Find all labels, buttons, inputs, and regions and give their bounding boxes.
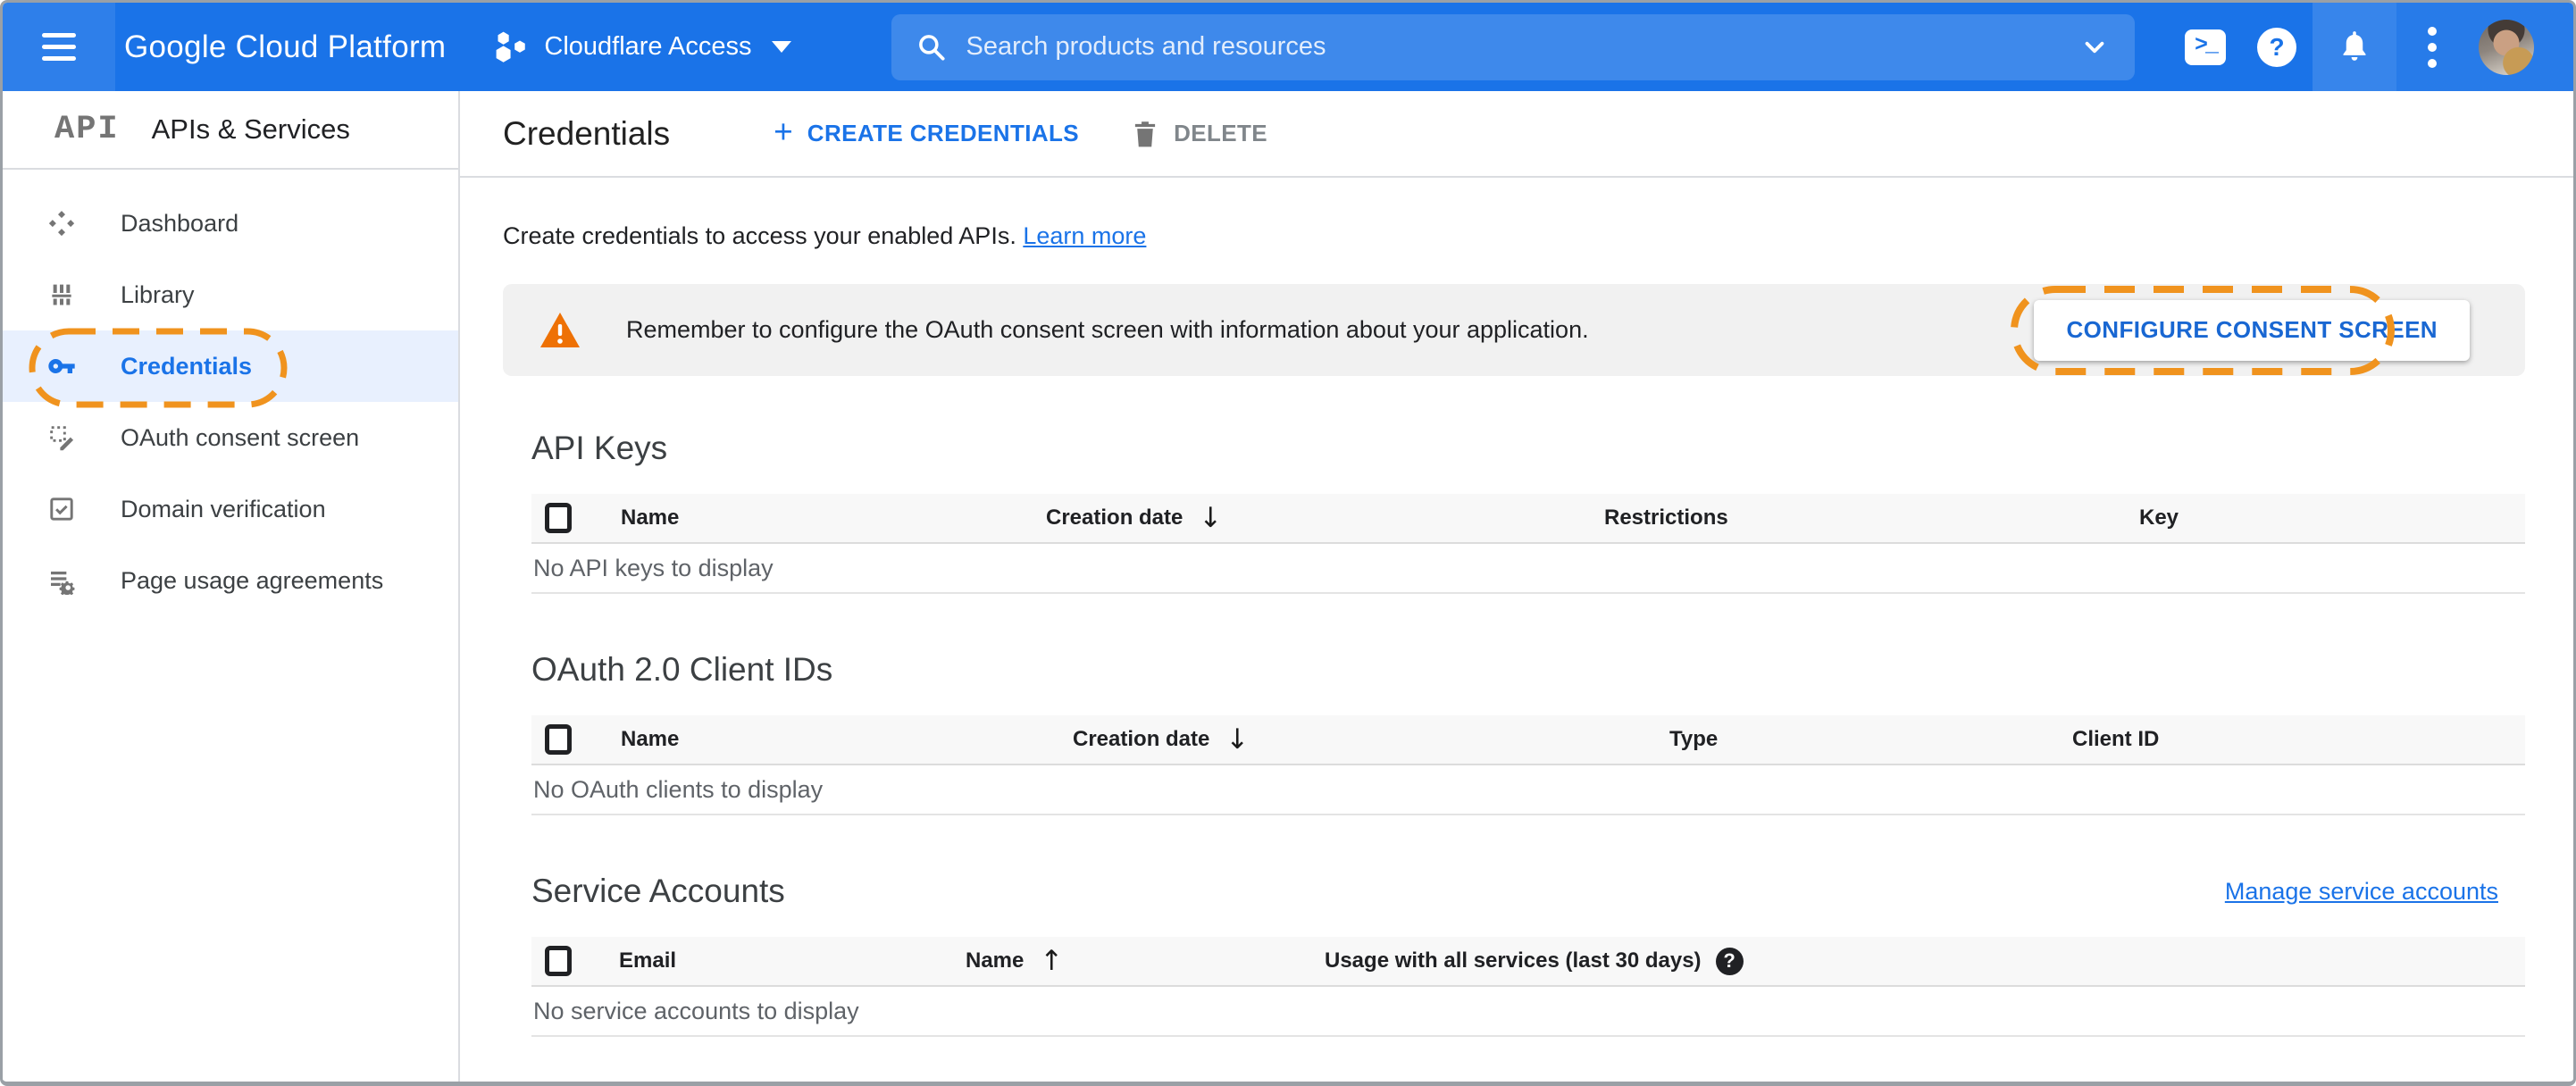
api-keys-table: Name Creation date ↓ Restrictions Key No… bbox=[531, 494, 2525, 594]
service-accounts-empty-state: No service accounts to display bbox=[531, 987, 2525, 1037]
service-accounts-heading: Service Accounts bbox=[531, 873, 785, 909]
sort-asc-icon: ↑ bbox=[1040, 944, 1064, 977]
warning-icon bbox=[540, 312, 580, 347]
cloud-shell-button[interactable]: >_ bbox=[2170, 3, 2241, 91]
select-all-checkbox[interactable] bbox=[545, 946, 572, 976]
sidebar-title: APIs & Services bbox=[151, 113, 350, 145]
more-options-button[interactable] bbox=[2396, 3, 2468, 91]
consent-screen-icon bbox=[47, 423, 76, 452]
notifications-button[interactable] bbox=[2313, 3, 2396, 91]
api-keys-empty-state: No API keys to display bbox=[531, 544, 2525, 594]
user-avatar[interactable] bbox=[2479, 19, 2534, 75]
learn-more-link[interactable]: Learn more bbox=[1023, 222, 1146, 249]
column-name[interactable]: Name bbox=[621, 505, 1046, 530]
sidebar: API APIs & Services Dashboard Library Cr… bbox=[3, 91, 460, 1082]
column-type[interactable]: Type bbox=[1669, 727, 2072, 752]
select-all-checkbox[interactable] bbox=[545, 724, 572, 755]
usage-help-icon[interactable]: ? bbox=[1715, 947, 1744, 975]
column-name[interactable]: Name ↑ bbox=[966, 944, 1325, 977]
manage-service-accounts-link[interactable]: Manage service accounts bbox=[2225, 878, 2498, 906]
more-vertical-icon bbox=[2428, 26, 2437, 68]
intro-text: Create credentials to access your enable… bbox=[503, 222, 1147, 249]
column-client-id[interactable]: Client ID bbox=[2072, 727, 2525, 752]
gcp-console-window: Google Cloud Platform Cloudflare Access … bbox=[0, 0, 2576, 1086]
page-usage-icon bbox=[47, 566, 76, 595]
sidebar-item-domain-verification[interactable]: Domain verification bbox=[3, 473, 458, 545]
select-all-checkbox[interactable] bbox=[545, 503, 572, 533]
search-expand-chevron-icon[interactable] bbox=[2078, 30, 2112, 64]
help-icon: ? bbox=[2257, 27, 2296, 67]
delete-button[interactable]: DELETE bbox=[1131, 119, 1267, 149]
service-accounts-table: Email Name ↑ Usage with all services (la… bbox=[531, 937, 2525, 1037]
help-button[interactable]: ? bbox=[2241, 3, 2313, 91]
credentials-content: Create credentials to access your enable… bbox=[460, 178, 2573, 1037]
sidebar-nav: Dashboard Library Credentials OAuth cons… bbox=[3, 188, 458, 616]
configure-consent-screen-button[interactable]: CONFIGURE CONSENT SCREEN bbox=[2034, 299, 2470, 361]
navigation-menu-button[interactable] bbox=[3, 3, 115, 91]
project-caret-icon bbox=[771, 41, 791, 53]
column-restrictions[interactable]: Restrictions bbox=[1604, 505, 2139, 530]
header-utilities: >_ ? bbox=[2170, 3, 2573, 91]
warning-message: Remember to configure the OAuth consent … bbox=[626, 316, 1589, 343]
sidebar-header: API APIs & Services bbox=[3, 91, 458, 170]
oauth-clients-table: Name Creation date ↓ Type Client ID No O… bbox=[531, 715, 2525, 815]
dashboard-icon bbox=[47, 209, 76, 238]
oauth-clients-section: OAuth 2.0 Client IDs Name Creation date … bbox=[531, 651, 2525, 815]
search-bar[interactable]: Search products and resources bbox=[891, 13, 2135, 80]
oauth-clients-empty-state: No OAuth clients to display bbox=[531, 765, 2525, 815]
sidebar-item-oauth-consent-screen[interactable]: OAuth consent screen bbox=[3, 402, 458, 473]
credentials-toolbar: Credentials + CREATE CREDENTIALS DELETE bbox=[460, 91, 2573, 178]
sort-desc-icon: ↓ bbox=[1225, 723, 1250, 756]
oauth-clients-table-header: Name Creation date ↓ Type Client ID bbox=[531, 715, 2525, 765]
account-area bbox=[2396, 3, 2573, 91]
domain-verification-icon bbox=[47, 495, 76, 523]
search-icon bbox=[918, 34, 945, 61]
api-keys-table-header: Name Creation date ↓ Restrictions Key bbox=[531, 494, 2525, 544]
create-credentials-button[interactable]: + CREATE CREDENTIALS bbox=[774, 115, 1079, 152]
sidebar-item-dashboard[interactable]: Dashboard bbox=[3, 188, 458, 259]
key-icon bbox=[47, 352, 76, 380]
trash-icon bbox=[1134, 121, 1156, 146]
api-keys-heading: API Keys bbox=[531, 430, 668, 466]
main-panel: Credentials + CREATE CREDENTIALS DELETE … bbox=[460, 91, 2573, 1082]
gcp-logo[interactable]: Google Cloud Platform bbox=[115, 29, 446, 65]
service-accounts-table-header: Email Name ↑ Usage with all services (la… bbox=[531, 937, 2525, 987]
oauth-warning-banner: Remember to configure the OAuth consent … bbox=[503, 284, 2525, 376]
project-name: Cloudflare Access bbox=[544, 32, 752, 61]
api-keys-section: API Keys Name Creation date ↓ Restrictio… bbox=[531, 430, 2525, 594]
sidebar-item-credentials[interactable]: Credentials bbox=[3, 328, 458, 408]
sidebar-item-library[interactable]: Library bbox=[3, 259, 458, 330]
page-title: Credentials bbox=[503, 114, 671, 152]
column-name[interactable]: Name bbox=[621, 727, 1073, 752]
column-email[interactable]: Email bbox=[619, 948, 966, 973]
top-app-bar: Google Cloud Platform Cloudflare Access … bbox=[3, 3, 2573, 91]
plus-icon: + bbox=[774, 113, 793, 150]
service-accounts-section: Service Accounts Manage service accounts… bbox=[531, 873, 2525, 1037]
column-key[interactable]: Key bbox=[2139, 505, 2525, 530]
project-selector[interactable]: Cloudflare Access bbox=[492, 29, 791, 66]
oauth-clients-heading: OAuth 2.0 Client IDs bbox=[531, 651, 833, 688]
column-creation-date[interactable]: Creation date ↓ bbox=[1073, 723, 1669, 756]
column-creation-date[interactable]: Creation date ↓ bbox=[1046, 501, 1604, 534]
project-hexagons-icon bbox=[496, 31, 526, 63]
sort-desc-icon: ↓ bbox=[1199, 501, 1223, 534]
sidebar-item-page-usage-agreements[interactable]: Page usage agreements bbox=[3, 545, 458, 616]
hamburger-icon bbox=[42, 33, 76, 61]
api-product-icon: API bbox=[54, 111, 120, 148]
bell-icon bbox=[2343, 30, 2366, 61]
library-icon bbox=[47, 280, 76, 309]
cloud-shell-icon: >_ bbox=[2185, 29, 2226, 65]
search-input[interactable]: Search products and resources bbox=[966, 32, 2078, 62]
column-usage[interactable]: Usage with all services (last 30 days) ? bbox=[1325, 947, 2525, 975]
